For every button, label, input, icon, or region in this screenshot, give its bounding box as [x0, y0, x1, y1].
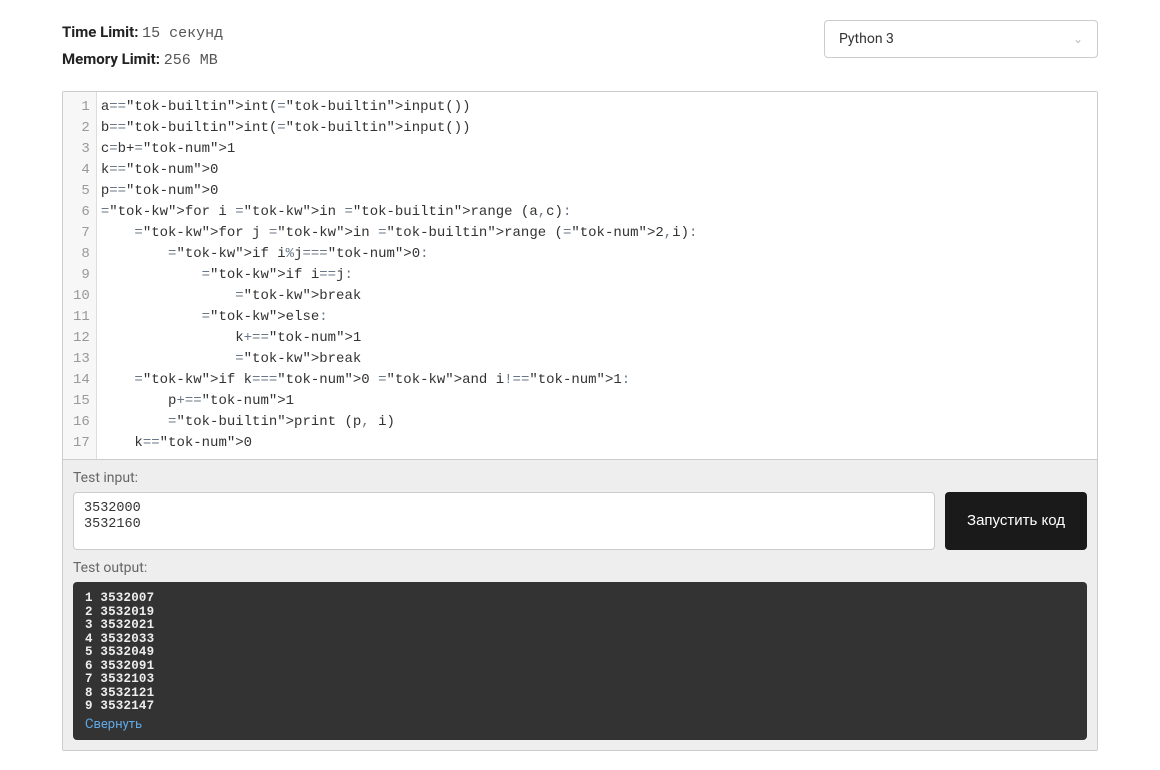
limits-block: Time Limit: 15 секунд Memory Limit: 256 …	[62, 20, 223, 73]
code-editor[interactable]: 1234567891011121314151617 a=="tok-builti…	[63, 92, 1097, 459]
collapse-link[interactable]: Свернуть	[85, 717, 142, 732]
memory-limit-label: Memory Limit:	[62, 50, 160, 68]
code-content[interactable]: a=="tok-builtin">int(="tok-builtin">inpu…	[97, 92, 698, 459]
language-selector[interactable]: Python 3 ⌄	[824, 20, 1098, 58]
editor-box: 1234567891011121314151617 a=="tok-builti…	[62, 91, 1098, 751]
test-output-label: Test output:	[73, 560, 1087, 576]
time-limit-label: Time Limit:	[62, 23, 138, 41]
line-number-gutter: 1234567891011121314151617	[63, 92, 97, 459]
header-row: Time Limit: 15 секунд Memory Limit: 256 …	[62, 20, 1098, 73]
test-output-text: 1 3532007 2 3532019 3 3532021 4 3532033 …	[85, 592, 1075, 714]
memory-limit-value: 256 MB	[164, 52, 218, 69]
test-input-label: Test input:	[73, 470, 1087, 486]
test-panel: Test input: Запустить код Test output: 1…	[63, 459, 1097, 750]
chevron-down-icon: ⌄	[1073, 32, 1083, 46]
test-output: 1 3532007 2 3532019 3 3532021 4 3532033 …	[73, 582, 1087, 740]
language-selected: Python 3	[839, 31, 894, 47]
test-input[interactable]	[73, 492, 935, 550]
time-limit-value: 15 секунд	[142, 25, 223, 42]
run-code-button[interactable]: Запустить код	[945, 492, 1087, 550]
